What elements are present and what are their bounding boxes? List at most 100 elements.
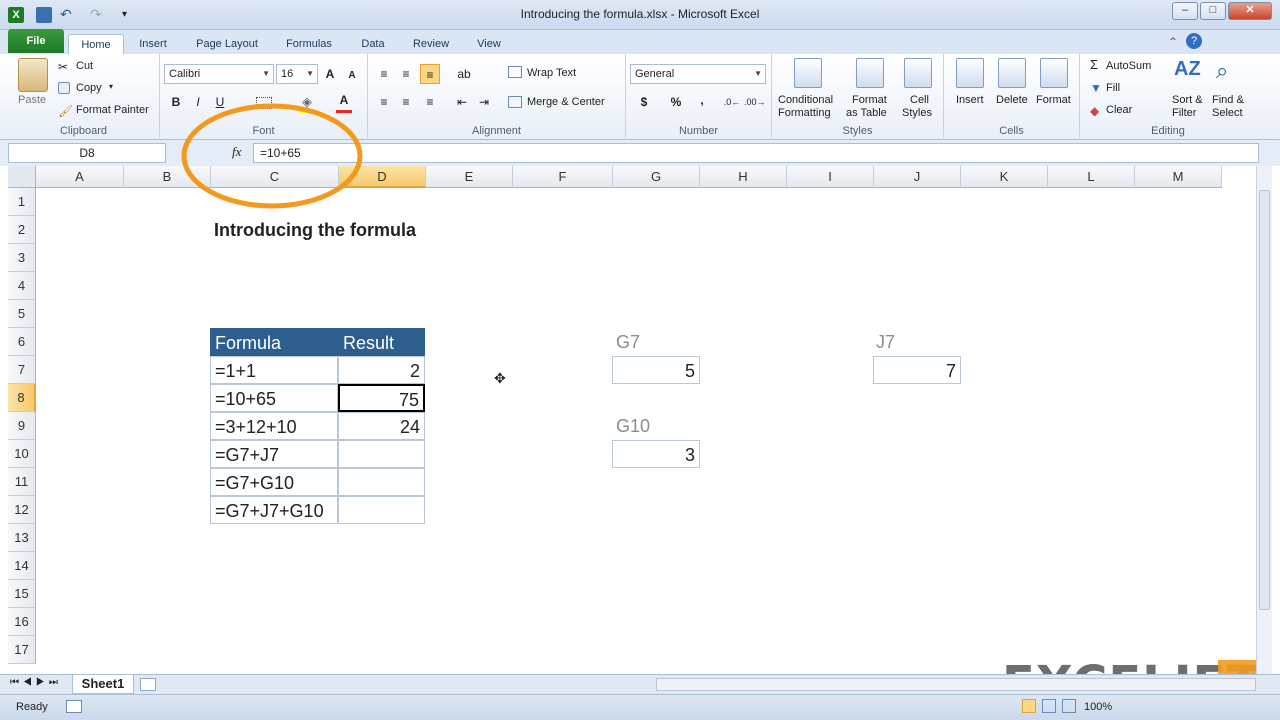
table-result-cell[interactable]: 24 — [338, 412, 425, 440]
tab-home[interactable]: Home — [68, 34, 124, 54]
row-header-9[interactable]: 9 — [8, 412, 36, 440]
page-layout-view-icon[interactable] — [1042, 699, 1056, 713]
shrink-font-button[interactable]: A — [342, 66, 362, 86]
table-formula-cell[interactable]: =1+1 — [210, 356, 338, 384]
table-formula-cell[interactable]: =3+12+10 — [210, 412, 338, 440]
font-family-select[interactable]: Calibri ▼ — [164, 64, 274, 84]
clear-icon[interactable]: ◆ — [1090, 104, 1099, 118]
tab-file[interactable]: File — [8, 29, 64, 53]
tab-data[interactable]: Data — [352, 34, 394, 54]
table-result-cell[interactable] — [338, 468, 425, 496]
copy-dropdown-icon[interactable]: ▾ — [109, 82, 113, 91]
sort-filter-icon[interactable]: AZ — [1174, 58, 1201, 81]
paste-icon[interactable] — [18, 58, 48, 92]
row-header-6[interactable]: 6 — [8, 328, 36, 356]
format-painter-button[interactable]: Format Painter — [76, 104, 149, 116]
zoom-level[interactable]: 100% — [1084, 701, 1112, 713]
find-select-icon[interactable]: ⌕ — [1216, 58, 1228, 84]
delete-cells-icon[interactable] — [998, 58, 1026, 88]
table-formula-cell[interactable]: =G7+J7+G10 — [210, 496, 338, 524]
normal-view-icon[interactable] — [1022, 699, 1036, 713]
horizontal-scrollbar[interactable] — [656, 678, 1256, 691]
comma-button[interactable]: , — [692, 90, 712, 110]
number-format-select[interactable]: General ▼ — [630, 64, 766, 84]
align-middle-icon[interactable]: ≡ — [396, 64, 416, 84]
minimize-ribbon-icon[interactable]: ⌃ — [1168, 35, 1178, 49]
wrap-text-button[interactable]: Wrap Text — [527, 67, 576, 79]
name-box[interactable]: D8 — [8, 143, 166, 163]
paste-button[interactable]: Paste — [18, 94, 46, 106]
column-header-i[interactable]: I — [787, 166, 874, 188]
format-cells-icon[interactable] — [1040, 58, 1068, 88]
conditional-formatting-button[interactable]: Conditional — [778, 94, 833, 106]
fill-button[interactable]: Fill — [1106, 82, 1120, 94]
insert-cells-icon[interactable] — [956, 58, 984, 88]
row-header-17[interactable]: 17 — [8, 636, 36, 664]
minimize-button[interactable]: – — [1172, 2, 1198, 20]
find-select-button[interactable]: Find & — [1212, 94, 1244, 106]
row-header-3[interactable]: 3 — [8, 244, 36, 272]
column-header-h[interactable]: H — [700, 166, 787, 188]
cell-styles-icon[interactable] — [904, 58, 932, 88]
j7-value-cell[interactable]: 7 — [873, 356, 961, 384]
tab-view[interactable]: View — [468, 34, 510, 54]
column-header-j[interactable]: J — [874, 166, 961, 188]
select-all-button[interactable] — [8, 166, 36, 188]
format-cells-button[interactable]: Format — [1036, 94, 1071, 106]
cell-styles-button[interactable]: Cell — [910, 94, 929, 106]
table-formula-cell[interactable]: =G7+G10 — [210, 468, 338, 496]
page-break-view-icon[interactable] — [1062, 699, 1076, 713]
table-formula-cell[interactable]: =10+65 — [210, 384, 338, 412]
formula-input[interactable]: =10+65 — [253, 143, 1259, 163]
align-bottom-icon[interactable]: ≡ — [420, 64, 440, 84]
row-header-1[interactable]: 1 — [8, 188, 36, 216]
align-top-icon[interactable]: ≡ — [374, 64, 394, 84]
row-header-7[interactable]: 7 — [8, 356, 36, 384]
delete-cells-button[interactable]: Delete — [996, 94, 1028, 106]
column-header-k[interactable]: K — [961, 166, 1048, 188]
align-center-icon[interactable]: ≡ — [396, 92, 416, 112]
grow-font-button[interactable]: A — [320, 64, 340, 84]
row-header-16[interactable]: 16 — [8, 608, 36, 636]
align-left-icon[interactable]: ≡ — [374, 92, 394, 112]
table-formula-cell[interactable]: =G7+J7 — [210, 440, 338, 468]
row-header-4[interactable]: 4 — [8, 272, 36, 300]
row-header-8[interactable]: 8 — [8, 384, 36, 412]
cut-icon[interactable]: ✂ — [58, 60, 68, 74]
format-painter-icon[interactable]: 🖌 — [58, 104, 73, 118]
tab-page-layout[interactable]: Page Layout — [188, 34, 266, 54]
percent-button[interactable]: % — [666, 92, 686, 112]
merge-center-icon[interactable] — [508, 96, 522, 108]
sheet-nav-icon[interactable]: ⏮◀▶⏭ — [10, 677, 62, 688]
vertical-scroll-thumb[interactable] — [1259, 190, 1270, 610]
increase-indent-icon[interactable]: ⇥ — [474, 92, 494, 112]
wrap-text-icon[interactable] — [508, 66, 522, 78]
vertical-scrollbar[interactable] — [1256, 166, 1272, 674]
column-header-e[interactable]: E — [426, 166, 513, 188]
row-header-13[interactable]: 13 — [8, 524, 36, 552]
copy-button[interactable]: Copy — [76, 82, 102, 94]
help-icon[interactable]: ? — [1186, 33, 1202, 49]
decrease-indent-icon[interactable]: ⇤ — [452, 92, 472, 112]
insert-cells-button[interactable]: Insert — [956, 94, 984, 106]
column-header-l[interactable]: L — [1048, 166, 1135, 188]
close-button[interactable]: ✕ — [1228, 2, 1272, 20]
maximize-button[interactable]: □ — [1200, 2, 1226, 20]
format-as-table-icon[interactable] — [856, 58, 884, 88]
row-header-11[interactable]: 11 — [8, 468, 36, 496]
conditional-formatting-icon[interactable] — [794, 58, 822, 88]
column-header-m[interactable]: M — [1135, 166, 1222, 188]
table-result-cell[interactable]: 75 — [338, 384, 425, 412]
macro-record-icon[interactable] — [66, 700, 82, 713]
sort-filter-button[interactable]: Sort & — [1172, 94, 1203, 106]
g10-value-cell[interactable]: 3 — [612, 440, 700, 468]
table-result-cell[interactable] — [338, 496, 425, 524]
tab-formulas[interactable]: Formulas — [278, 34, 340, 54]
tab-review[interactable]: Review — [404, 34, 458, 54]
fill-icon[interactable]: ▼ — [1090, 81, 1102, 95]
column-header-g[interactable]: G — [613, 166, 700, 188]
font-size-select[interactable]: 16 ▼ — [276, 64, 318, 84]
row-header-5[interactable]: 5 — [8, 300, 36, 328]
cut-button[interactable]: Cut — [76, 60, 93, 72]
insert-sheet-icon[interactable] — [140, 678, 156, 691]
